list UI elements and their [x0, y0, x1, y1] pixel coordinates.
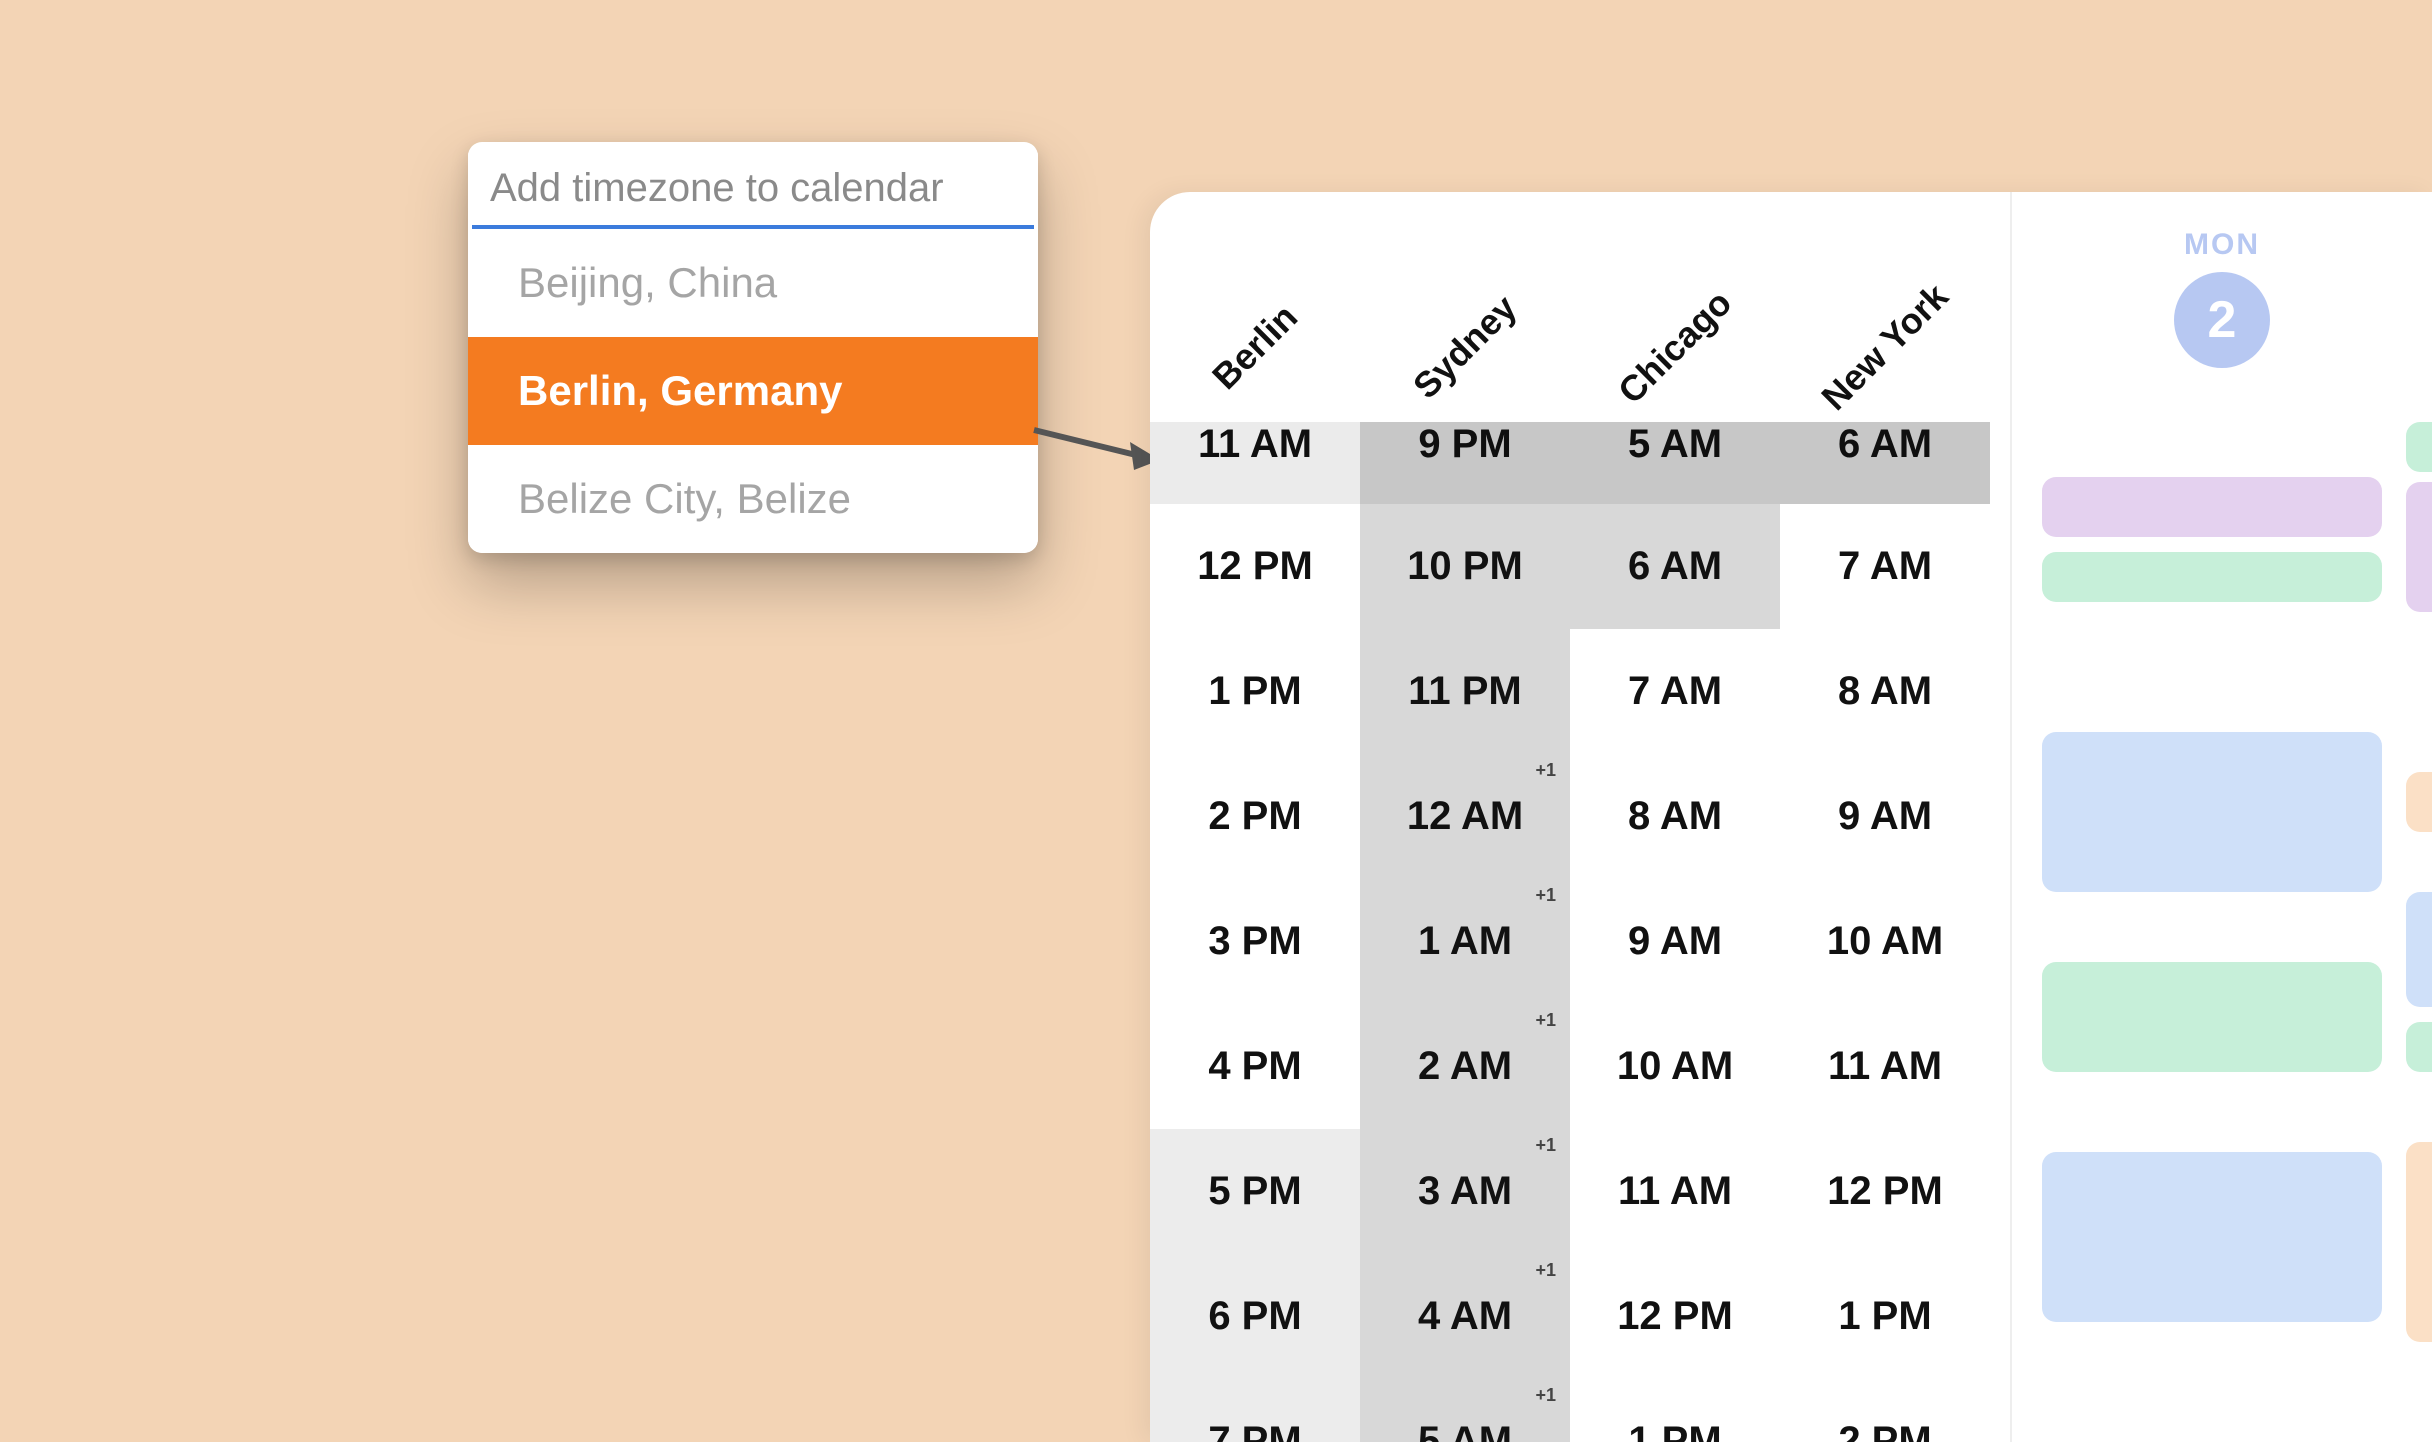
time-cell[interactable]: 10 AM: [1570, 1004, 1780, 1129]
tz-header-chicago[interactable]: Chicago: [1570, 192, 1780, 422]
time-cell[interactable]: 10 PM: [1360, 504, 1570, 629]
time-cell[interactable]: 6 AM: [1570, 504, 1780, 629]
day-number-badge: 2: [2174, 272, 2270, 368]
time-cell[interactable]: 9 AM: [1570, 879, 1780, 1004]
events-layer: [2012, 422, 2432, 1442]
calendar-event[interactable]: [2042, 732, 2382, 892]
time-grid: 11 AM12 PM1 PM2 PM3 PM4 PM5 PM6 PM7 PM9 …: [1150, 422, 1990, 1442]
day-of-week: MON: [2184, 228, 2260, 262]
calendar-event-sliver[interactable]: [2406, 422, 2432, 472]
time-cell[interactable]: 1 PM: [1150, 629, 1360, 754]
tz-header-berlin[interactable]: Berlin: [1150, 192, 1360, 422]
time-cell[interactable]: 11 AM: [1570, 1129, 1780, 1254]
time-cell[interactable]: 1 AM+1: [1360, 879, 1570, 1004]
day-offset-badge: +1: [1535, 1260, 1556, 1281]
time-column-sydney: 9 PM10 PM11 PM12 AM+11 AM+12 AM+13 AM+14…: [1360, 422, 1570, 1442]
tz-label: New York: [1813, 275, 1956, 418]
tz-header-sydney[interactable]: Sydney: [1360, 192, 1570, 422]
time-cell[interactable]: 12 PM: [1780, 1129, 1990, 1254]
day-header[interactable]: MON 2: [2012, 192, 2432, 422]
time-column-berlin: 11 AM12 PM1 PM2 PM3 PM4 PM5 PM6 PM7 PM: [1150, 422, 1360, 1442]
time-cell[interactable]: 11 PM: [1360, 629, 1570, 754]
time-cell[interactable]: 4 AM+1: [1360, 1254, 1570, 1379]
calendar-event-sliver[interactable]: [2406, 772, 2432, 832]
day-offset-badge: +1: [1535, 1385, 1556, 1406]
dropdown-option-beijing[interactable]: Beijing, China: [468, 229, 1038, 337]
time-cell[interactable]: 12 PM: [1570, 1254, 1780, 1379]
time-cell[interactable]: 9 PM: [1360, 422, 1570, 504]
time-cell[interactable]: 2 PM: [1150, 754, 1360, 879]
arrow-icon: [1030, 420, 1160, 480]
calendar-event-sliver[interactable]: [2406, 1142, 2432, 1342]
day-offset-badge: +1: [1535, 885, 1556, 906]
calendar-event-sliver[interactable]: [2406, 892, 2432, 1007]
tz-label: Berlin: [1204, 296, 1306, 398]
day-offset-badge: +1: [1535, 1010, 1556, 1031]
calendar-event[interactable]: [2042, 962, 2382, 1072]
time-cell[interactable]: 10 AM: [1780, 879, 1990, 1004]
dropdown-input-wrap: [468, 142, 1038, 229]
time-cell[interactable]: 6 AM: [1780, 422, 1990, 504]
day-column: MON 2: [2010, 192, 2432, 1442]
time-cell[interactable]: 1 PM: [1570, 1379, 1780, 1442]
calendar-event[interactable]: [2042, 552, 2382, 602]
timezone-dropdown[interactable]: Beijing, China Berlin, Germany Belize Ci…: [468, 142, 1038, 553]
calendar-event-sliver[interactable]: [2406, 1022, 2432, 1072]
time-cell[interactable]: 9 AM: [1780, 754, 1990, 879]
day-offset-badge: +1: [1535, 1135, 1556, 1156]
tz-label: Sydney: [1405, 287, 1525, 407]
time-cell[interactable]: 12 AM+1: [1360, 754, 1570, 879]
dropdown-option-berlin[interactable]: Berlin, Germany: [468, 337, 1038, 445]
day-offset-badge: +1: [1535, 760, 1556, 781]
time-cell[interactable]: 11 AM: [1780, 1004, 1990, 1129]
time-cell[interactable]: 7 PM: [1150, 1379, 1360, 1442]
time-cell[interactable]: 8 AM: [1780, 629, 1990, 754]
time-cell[interactable]: 5 PM: [1150, 1129, 1360, 1254]
timezone-search-input[interactable]: [468, 152, 1038, 225]
time-cell[interactable]: 7 AM: [1570, 629, 1780, 754]
time-cell[interactable]: 7 AM: [1780, 504, 1990, 629]
time-cell[interactable]: 5 AM: [1570, 422, 1780, 504]
tz-header-newyork[interactable]: New York: [1780, 192, 1990, 422]
time-cell[interactable]: 2 PM: [1780, 1379, 1990, 1442]
time-column-chicago: 5 AM6 AM7 AM8 AM9 AM10 AM11 AM12 PM1 PM: [1570, 422, 1780, 1442]
calendar-event[interactable]: [2042, 477, 2382, 537]
time-column-newyork: 6 AM7 AM8 AM9 AM10 AM11 AM12 PM1 PM2 PM: [1780, 422, 1990, 1442]
dropdown-option-belize[interactable]: Belize City, Belize: [468, 445, 1038, 553]
time-cell[interactable]: 8 AM: [1570, 754, 1780, 879]
time-cell[interactable]: 3 PM: [1150, 879, 1360, 1004]
calendar-panel: Berlin Sydney Chicago New York 11 AM12 P…: [1150, 192, 2432, 1442]
time-cell[interactable]: 12 PM: [1150, 504, 1360, 629]
time-cell[interactable]: 2 AM+1: [1360, 1004, 1570, 1129]
time-cell[interactable]: 3 AM+1: [1360, 1129, 1570, 1254]
tz-label: Chicago: [1610, 282, 1740, 412]
time-cell[interactable]: 1 PM: [1780, 1254, 1990, 1379]
time-cell[interactable]: 11 AM: [1150, 422, 1360, 504]
time-cell[interactable]: 5 AM+1: [1360, 1379, 1570, 1442]
time-cell[interactable]: 4 PM: [1150, 1004, 1360, 1129]
time-cell[interactable]: 6 PM: [1150, 1254, 1360, 1379]
calendar-event[interactable]: [2042, 1152, 2382, 1322]
calendar-event-sliver[interactable]: [2406, 482, 2432, 612]
timezone-headers: Berlin Sydney Chicago New York: [1150, 192, 1990, 422]
